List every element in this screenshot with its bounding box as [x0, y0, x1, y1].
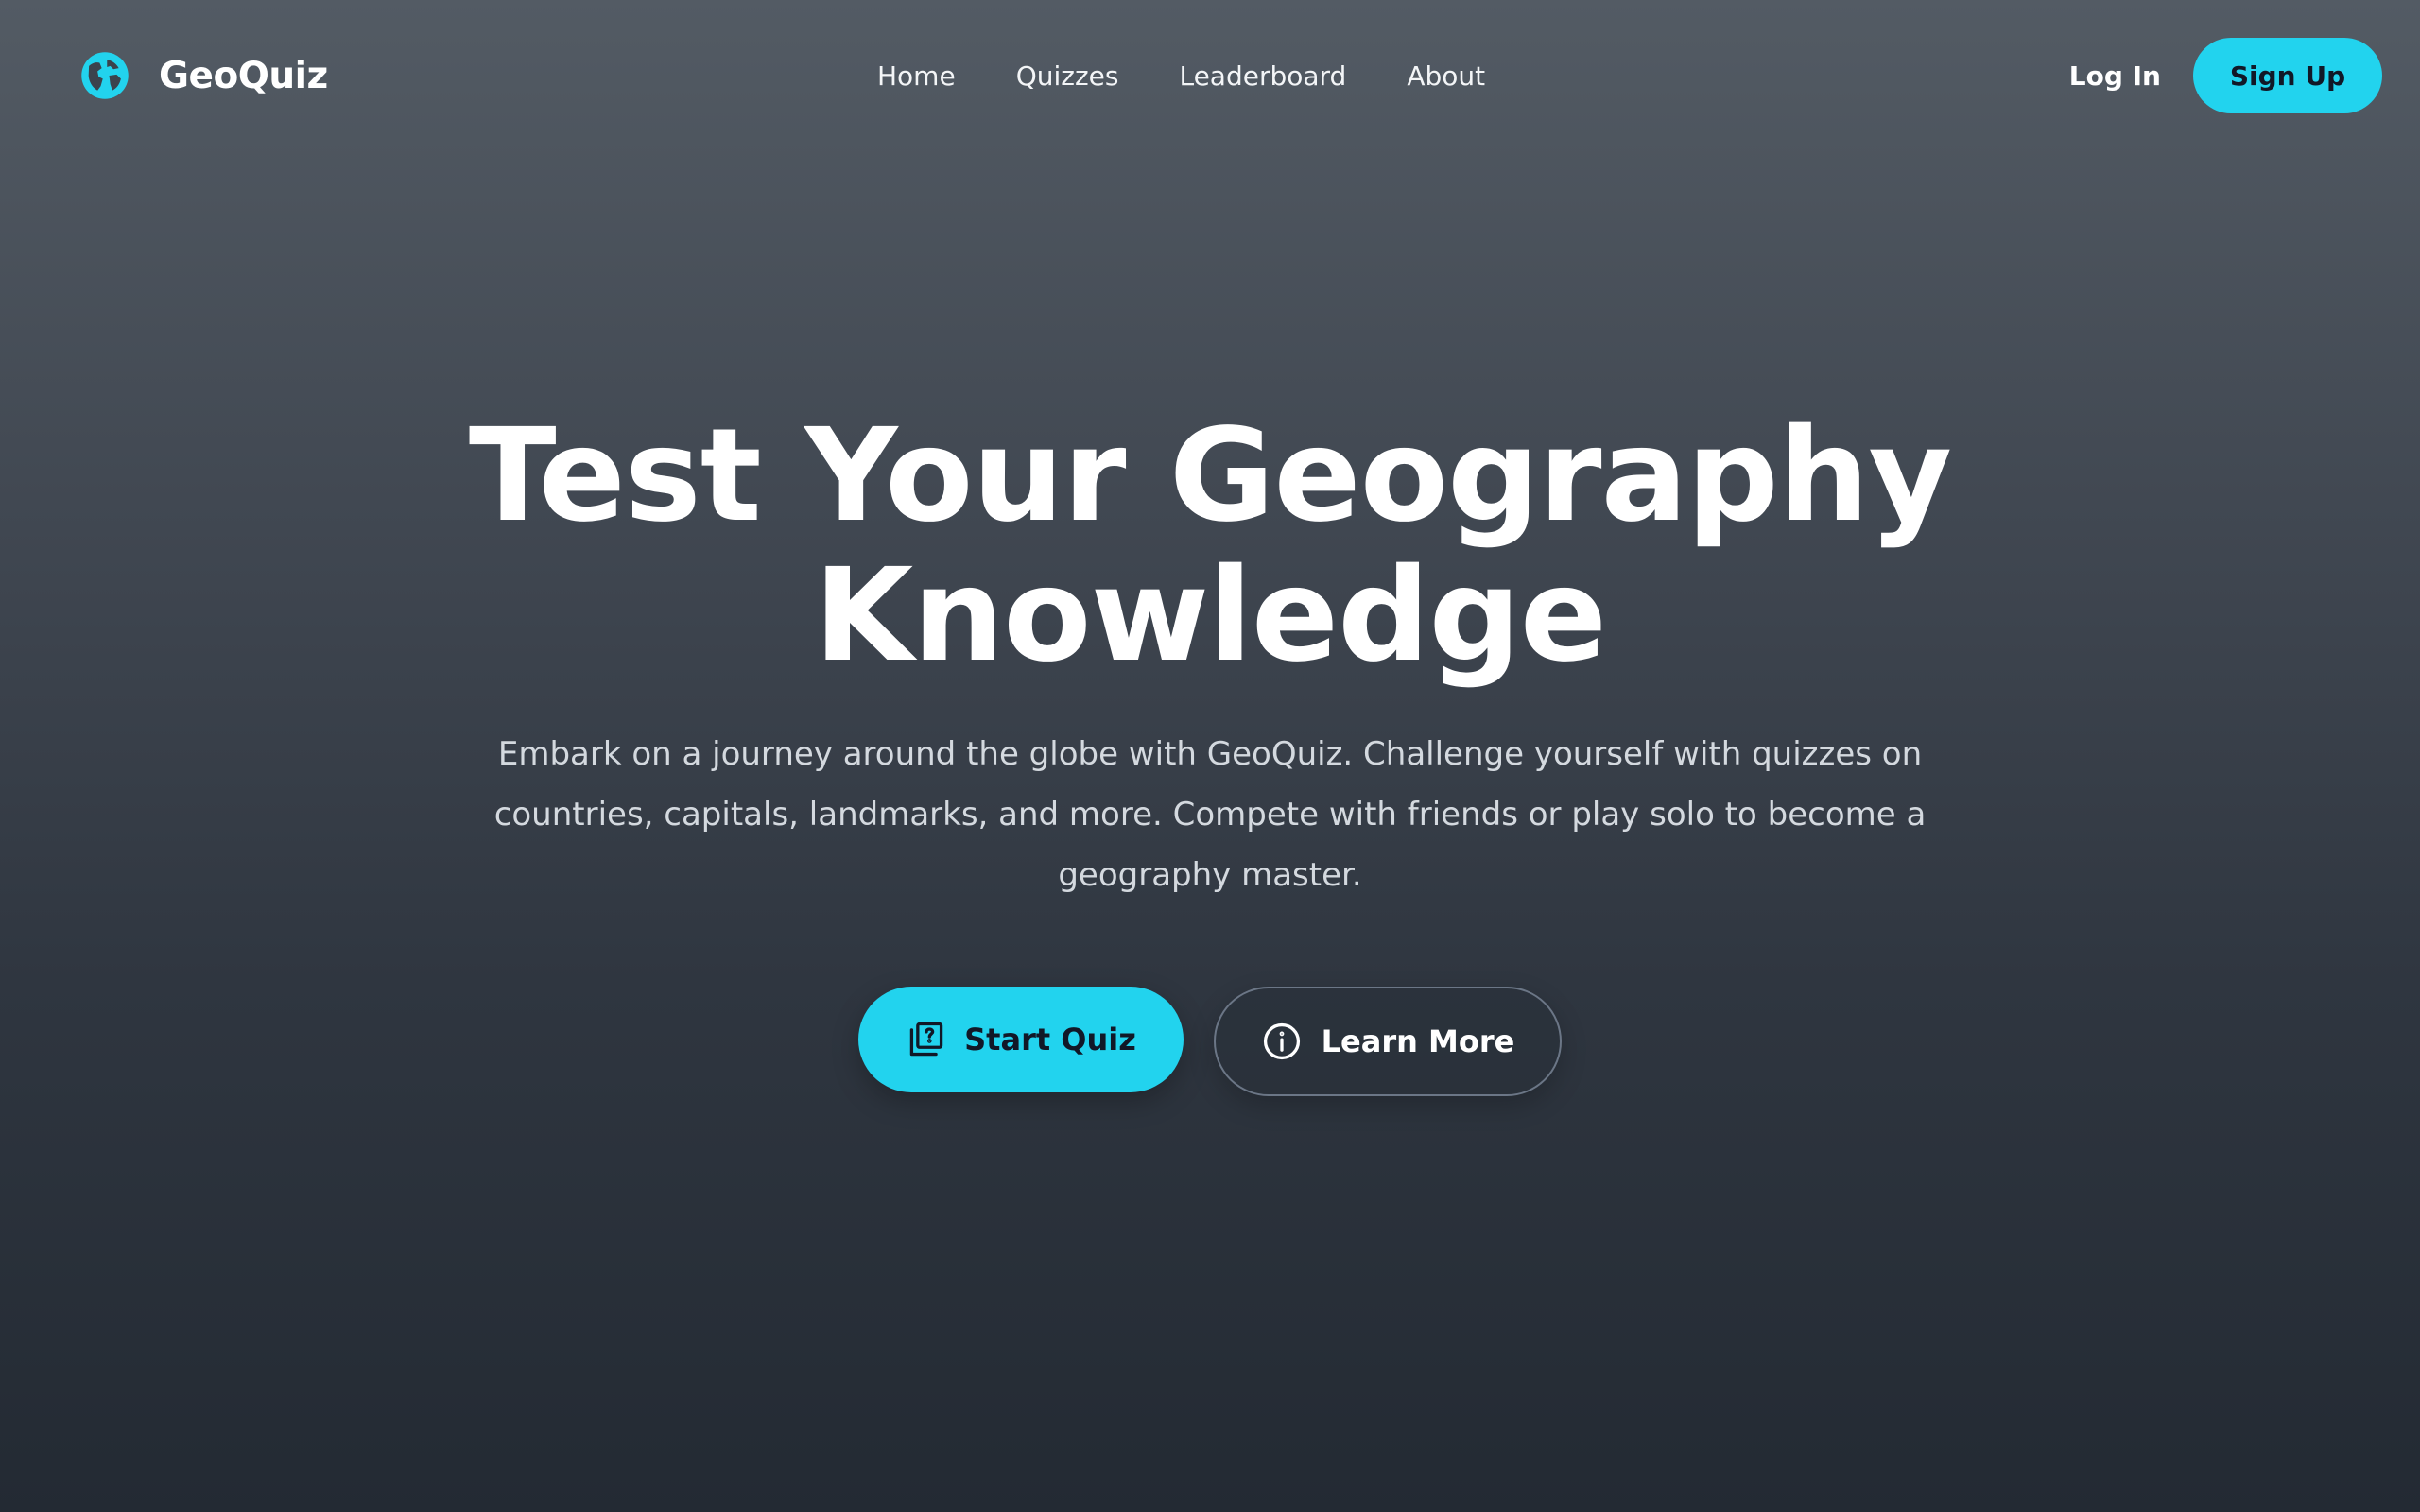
- hero-title-line-2: Knowledge: [813, 541, 1607, 691]
- login-link[interactable]: Log In: [2069, 60, 2161, 92]
- hero-section: Test Your Geography Knowledge Embark on …: [0, 406, 2420, 1096]
- cta-row: Start Quiz Learn More: [0, 987, 2420, 1096]
- start-quiz-button[interactable]: Start Quiz: [858, 987, 1184, 1092]
- hero-title-line-1: Test Your Geography: [468, 402, 1952, 551]
- nav-link-leaderboard[interactable]: Leaderboard: [1179, 60, 1346, 92]
- brand-logo[interactable]: GeoQuiz: [79, 49, 328, 102]
- signup-button[interactable]: Sign Up: [2193, 38, 2382, 113]
- nav-actions: Log In Sign Up: [2069, 38, 2382, 113]
- quiz-icon: [909, 1022, 943, 1057]
- start-quiz-label: Start Quiz: [964, 1022, 1136, 1057]
- main-nav: Home Quizzes Leaderboard About: [877, 53, 1485, 98]
- globe-icon: [81, 52, 129, 99]
- brand-name: GeoQuiz: [159, 54, 328, 97]
- learn-more-label: Learn More: [1321, 1023, 1515, 1059]
- navbar: GeoQuiz Home Quizzes Leaderboard About L…: [0, 0, 2420, 151]
- info-icon: [1263, 1022, 1300, 1060]
- nav-link-home[interactable]: Home: [877, 60, 956, 92]
- learn-more-button[interactable]: Learn More: [1214, 987, 1562, 1096]
- nav-link-quizzes[interactable]: Quizzes: [1016, 60, 1119, 92]
- nav-link-about[interactable]: About: [1407, 60, 1485, 92]
- hero-title: Test Your Geography Knowledge: [0, 406, 2420, 686]
- hero-subtitle: Embark on a journey around the globe wit…: [493, 735, 1927, 894]
